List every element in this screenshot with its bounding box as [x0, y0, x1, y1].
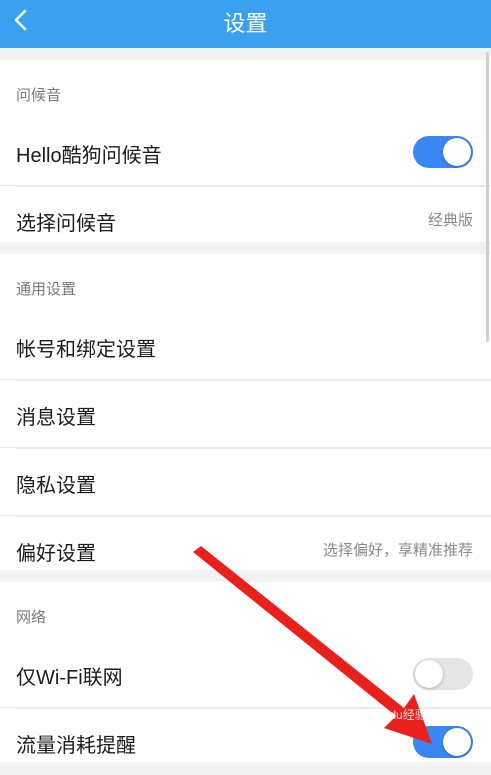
- row-label: Hello酷狗问候音: [16, 145, 162, 167]
- wifi-only-toggle[interactable]: [413, 658, 473, 690]
- toggle-knob: [443, 138, 471, 166]
- row-label: 选择问候音: [16, 213, 116, 235]
- divider: [16, 448, 491, 449]
- row-label: 仅Wi-Fi联网: [16, 667, 123, 689]
- page-title: 设置: [223, 11, 268, 36]
- hello-greeting-toggle[interactable]: [413, 136, 473, 168]
- row-preference-settings[interactable]: 偏好设置 选择偏好，享精准推荐: [0, 515, 491, 583]
- row-wifi-only[interactable]: 仅Wi-Fi联网: [0, 640, 491, 707]
- group-header: 问候音: [16, 87, 62, 104]
- row-value: 经典版: [427, 212, 473, 229]
- row-choose-greeting[interactable]: 选择问候音 经典版: [0, 185, 491, 253]
- row-account-binding[interactable]: 帐号和绑定设置: [0, 312, 491, 379]
- group-general-settings: 通用设置 帐号和绑定设置 消息设置 隐私设置 偏好设置 选择偏好，享精准推荐: [0, 254, 491, 570]
- row-hello-greeting[interactable]: Hello酷狗问候音: [0, 118, 491, 185]
- top-bar: 设置: [0, 0, 491, 48]
- watermark: Baidu经验: [372, 708, 427, 722]
- row-label: 偏好设置: [16, 543, 96, 565]
- group-network: 网络 仅Wi-Fi联网 流量消耗提醒: [0, 582, 491, 762]
- row-label: 流量消耗提醒: [16, 735, 136, 757]
- group-header: 通用设置: [16, 281, 77, 298]
- row-label: 消息设置: [16, 407, 96, 429]
- data-usage-reminder-toggle[interactable]: [413, 726, 473, 758]
- toggle-knob: [443, 728, 471, 756]
- divider: [16, 380, 491, 381]
- divider: [16, 516, 491, 517]
- toggle-knob: [415, 660, 443, 688]
- row-label: 隐私设置: [16, 475, 96, 497]
- divider: [16, 186, 491, 187]
- row-value: 选择偏好，享精准推荐: [322, 542, 473, 559]
- group-header: 网络: [16, 609, 47, 626]
- row-message-settings[interactable]: 消息设置: [0, 379, 491, 447]
- row-label: 帐号和绑定设置: [16, 339, 156, 361]
- scrollbar[interactable]: [486, 52, 489, 342]
- group-greeting: 问候音 Hello酷狗问候音 选择问候音 经典版: [0, 60, 491, 242]
- row-privacy-settings[interactable]: 隐私设置: [0, 447, 491, 515]
